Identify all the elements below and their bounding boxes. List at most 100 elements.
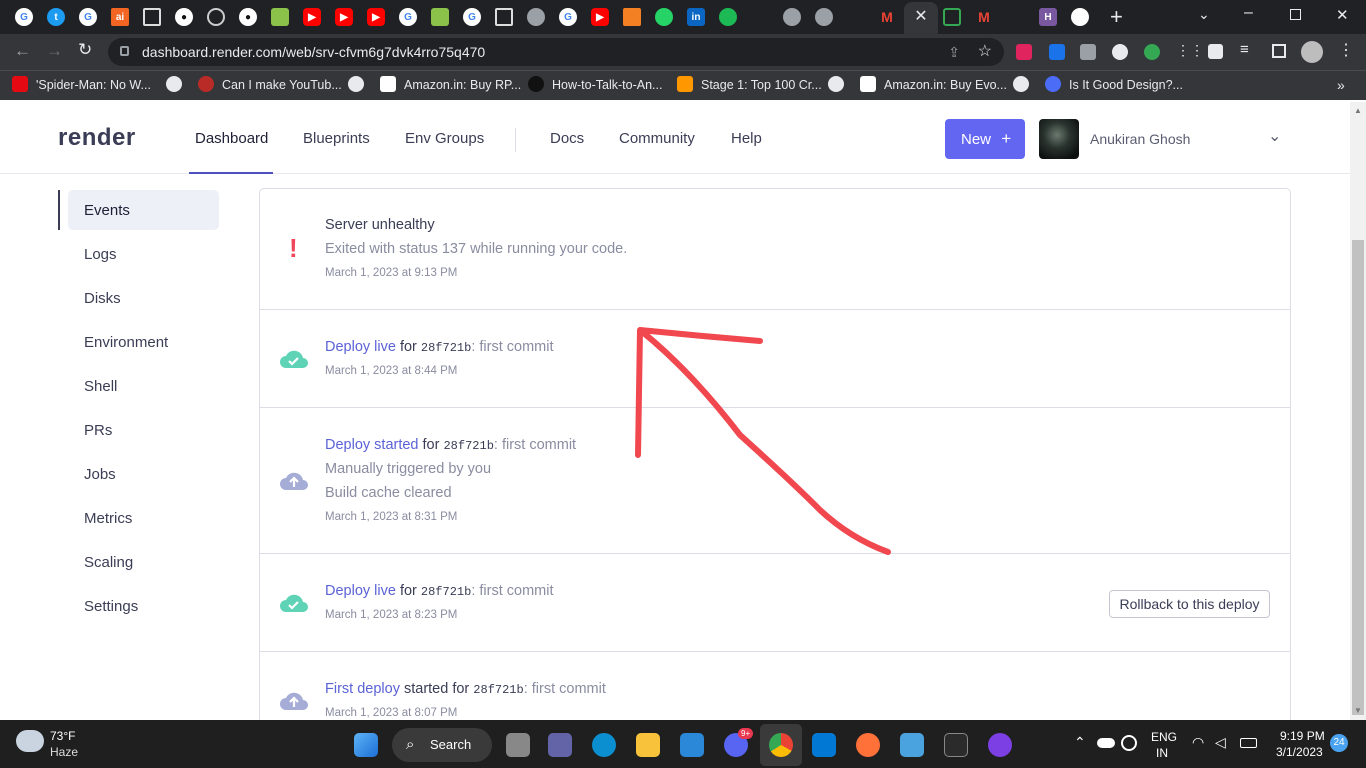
sidebar-item-scaling[interactable]: Scaling [84,554,133,571]
deploy-link[interactable]: Deploy started [325,437,419,453]
commit-hash[interactable]: 28f721b [443,439,493,453]
youtube-tab-icon[interactable]: ▶ [367,8,385,26]
scrollbar-thumb[interactable] [1352,240,1364,715]
translate-icon[interactable] [1049,44,1065,60]
bookmark-globe-icon[interactable] [348,71,372,99]
globe-tab-icon[interactable] [783,8,801,26]
google-tab-icon[interactable]: G [559,8,577,26]
bookmark-globe-icon[interactable] [1013,71,1037,99]
tab-search-icon[interactable]: ⌄ [1198,6,1210,23]
render-logo[interactable]: render [58,124,136,152]
taskbar-search[interactable]: ⌕ Search [392,728,492,762]
user-avatar[interactable] [1039,119,1079,159]
sidebar-item-settings[interactable]: Settings [84,598,138,615]
scroll-up-arrow-icon[interactable]: ▲ [1354,106,1362,115]
new-tab-button[interactable]: + [1110,4,1123,30]
scroll-down-arrow-icon[interactable]: ▼ [1354,706,1362,715]
user-menu-chevron-icon[interactable]: ⌄ [1268,126,1281,146]
gmail-tab-icon[interactable]: M [975,8,993,26]
notepad-icon[interactable] [900,733,924,757]
reload-icon[interactable]: ↻ [78,40,92,60]
nav-community[interactable]: Community [619,130,695,147]
extension-icon[interactable] [1112,44,1128,60]
media-icon[interactable]: ≡ [1240,41,1249,58]
chrome-tab-icon[interactable] [1071,8,1089,26]
apps-grid-icon[interactable]: ⋮⋮ [1176,42,1204,59]
mail-icon[interactable] [680,733,704,757]
sidebar-item-prs[interactable]: PRs [84,422,112,439]
chrome-icon[interactable] [769,733,793,757]
file-explorer-icon[interactable] [636,733,660,757]
google-tab-icon[interactable]: G [463,8,481,26]
linkedin-tab-icon[interactable]: in [687,8,705,26]
commit-hash[interactable]: 28f721b [473,683,523,697]
profile-avatar[interactable] [1301,41,1323,63]
sidebar-item-shell[interactable]: Shell [84,378,117,395]
edge-icon[interactable] [592,733,616,757]
extension-icon[interactable] [1016,44,1032,60]
forward-icon[interactable]: → [46,41,63,61]
chatgpt-tab-icon[interactable] [207,8,225,26]
docs-tab-icon[interactable] [143,8,161,26]
bookmarks-overflow-icon[interactable]: » [1337,71,1345,99]
twitter-tab-icon[interactable]: t [47,8,65,26]
stackoverflow-tab-icon[interactable] [623,8,641,26]
back-icon[interactable]: ← [14,41,31,61]
nav-docs[interactable]: Docs [550,130,584,147]
page-scrollbar[interactable]: ▲ ▼ [1350,102,1366,720]
globe-tab-icon[interactable] [527,8,545,26]
teams-icon[interactable] [548,733,572,757]
weather-icon[interactable] [16,730,44,752]
whatsapp-tab-icon[interactable] [655,8,673,26]
address-bar[interactable]: dashboard.render.com/web/srv-cfvm6g7dvk4… [108,38,1004,66]
vscode-icon[interactable] [812,733,836,757]
bookmark-globe-icon[interactable] [166,71,190,99]
bookmark-item[interactable]: Is It Good Design?... [1045,71,1183,99]
bookmark-item[interactable]: Can I make YouTub... [198,71,342,99]
commit-hash[interactable]: 28f721b [421,341,471,355]
volume-icon[interactable]: ◁ [1215,734,1226,751]
app-icon[interactable] [988,733,1012,757]
sidebar-item-disks[interactable]: Disks [84,290,121,307]
heroku-tab-icon[interactable]: H [1039,8,1057,26]
maximize-icon[interactable] [1290,9,1301,20]
nav-blueprints[interactable]: Blueprints [303,130,370,147]
bookmark-item[interactable]: How-to-Talk-to-An... [528,71,662,99]
terminal-icon[interactable] [944,733,968,757]
bookmark-item[interactable]: Amazon.in: Buy RP... [380,71,521,99]
bookmark-item[interactable]: 'Spider-Man: No W... [12,71,151,99]
star-icon[interactable]: ☆ [978,38,992,66]
tray-overflow-icon[interactable]: ⌃ [1074,734,1086,751]
nav-help[interactable]: Help [731,130,762,147]
nav-env-groups[interactable]: Env Groups [405,130,484,147]
user-name[interactable]: Anukiran Ghosh [1090,131,1190,147]
onedrive-icon[interactable] [1097,738,1115,748]
deploy-link[interactable]: Deploy live [325,339,396,355]
sheet-tab-icon[interactable] [943,8,961,26]
battery-icon[interactable] [1240,738,1257,748]
bookmark-item[interactable]: Amazon.in: Buy Evo... [860,71,1007,99]
extension-icon[interactable] [1144,44,1160,60]
docs-tab-icon[interactable] [495,8,513,26]
nav-dashboard[interactable]: Dashboard [195,130,268,147]
commit-hash[interactable]: 28f721b [421,585,471,599]
youtube-tab-icon[interactable]: ▶ [303,8,321,26]
new-button[interactable]: New + [945,119,1025,159]
google-tab-icon[interactable]: G [15,8,33,26]
notification-badge[interactable]: 24 [1330,734,1348,752]
globe-tab-icon[interactable] [815,8,833,26]
sidebar-item-events[interactable]: Events [84,202,130,219]
weather-temp[interactable]: 73°F [50,729,75,743]
deploy-link[interactable]: Deploy live [325,583,396,599]
task-view-icon[interactable] [506,733,530,757]
language-label[interactable]: ENG [1151,730,1177,744]
sidebar-item-environment[interactable]: Environment [84,334,168,351]
github-tab-icon[interactable]: ● [239,8,257,26]
google-tab-icon[interactable]: G [399,8,417,26]
clock-time[interactable]: 9:19 PM [1280,729,1325,743]
rollback-button[interactable]: Rollback to this deploy [1109,590,1270,618]
active-tab-close-icon[interactable]: ✕ [904,2,938,34]
firefox-icon[interactable] [856,733,880,757]
sync-icon[interactable] [1121,735,1137,751]
extension-icon[interactable] [1080,44,1096,60]
